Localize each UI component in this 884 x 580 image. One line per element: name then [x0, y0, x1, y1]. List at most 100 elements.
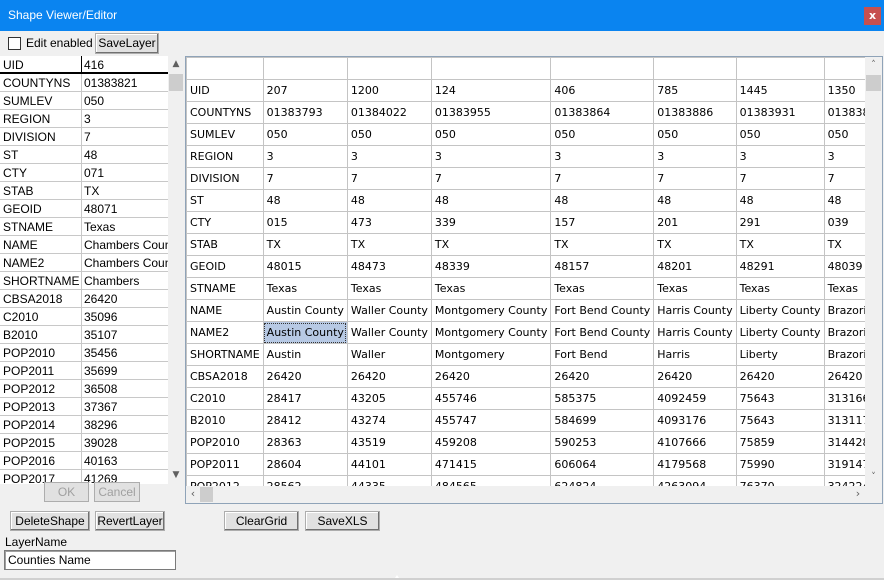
- scroll-thumb[interactable]: [169, 74, 183, 91]
- grid-cell[interactable]: Austin: [262, 343, 348, 366]
- grid-cell[interactable]: Waller County: [346, 321, 432, 344]
- grid-header-cell[interactable]: [735, 57, 825, 80]
- grid-cell[interactable]: Texas: [823, 277, 865, 300]
- property-row[interactable]: NAME2 Chambers County: [0, 254, 168, 272]
- grid-cell[interactable]: 26420: [735, 365, 825, 388]
- scroll-thumb[interactable]: [866, 75, 881, 91]
- grid-cell[interactable]: 050: [823, 123, 865, 146]
- property-row[interactable]: COUNTYNS 01383821: [0, 74, 168, 92]
- revert-layer-button[interactable]: RevertLayer: [95, 511, 165, 531]
- grid-cell[interactable]: 26420: [653, 365, 737, 388]
- grid-cell[interactable]: 43519: [346, 431, 432, 454]
- grid-cell[interactable]: Liberty County: [735, 299, 825, 322]
- column-divider[interactable]: [81, 326, 82, 344]
- property-value[interactable]: 37367: [84, 400, 168, 414]
- grid-header-cell[interactable]: [186, 57, 264, 80]
- grid-cell[interactable]: Texas: [430, 277, 552, 300]
- property-value[interactable]: 35107: [84, 328, 168, 342]
- grid-cell[interactable]: 050: [346, 123, 432, 146]
- grid-cell[interactable]: TX: [823, 233, 865, 256]
- grid-cell[interactable]: 43205: [346, 387, 432, 410]
- property-value[interactable]: 3: [84, 112, 168, 126]
- grid-cell[interactable]: Fort Bend: [550, 343, 655, 366]
- grid-cell[interactable]: 28363: [262, 431, 348, 454]
- property-row[interactable]: UID 416: [0, 56, 168, 74]
- grid-cell[interactable]: 4263094: [653, 475, 737, 486]
- cancel-button[interactable]: Cancel: [94, 482, 140, 502]
- grid-cell[interactable]: 050: [735, 123, 825, 146]
- property-value[interactable]: TX: [84, 184, 168, 198]
- grid-cell[interactable]: Montgomery County: [430, 321, 552, 344]
- column-divider[interactable]: [81, 452, 82, 470]
- grid-header-cell[interactable]: [550, 57, 655, 80]
- property-value[interactable]: 35456: [84, 346, 168, 360]
- property-row[interactable]: SUMLEV 050: [0, 92, 168, 110]
- grid-cell[interactable]: Harris County: [653, 321, 737, 344]
- grid-cell[interactable]: 314428: [823, 431, 865, 454]
- grid-cell[interactable]: 050: [262, 123, 348, 146]
- grid-cell[interactable]: 313166: [823, 387, 865, 410]
- grid-cell[interactable]: 44101: [346, 453, 432, 476]
- grid-cell[interactable]: 01383864: [550, 101, 655, 124]
- grid-header-cell[interactable]: [653, 57, 737, 80]
- clear-grid-button[interactable]: ClearGrid: [224, 511, 299, 531]
- grid-cell[interactable]: 48: [823, 189, 865, 212]
- data-grid-horizontal-scrollbar[interactable]: ‹ ›: [186, 486, 865, 503]
- property-row[interactable]: SHORTNAME Chambers: [0, 272, 168, 290]
- grid-cell[interactable]: 455747: [430, 409, 552, 432]
- grid-cell[interactable]: 7: [823, 167, 865, 190]
- grid-cell[interactable]: 48: [430, 189, 552, 212]
- grid-cell[interactable]: Waller County: [346, 299, 432, 322]
- edit-enabled-checkbox[interactable]: [8, 37, 21, 50]
- grid-cell[interactable]: TX: [262, 233, 348, 256]
- property-row[interactable]: DIVISION 7: [0, 128, 168, 146]
- grid-cell[interactable]: Fort Bend County: [550, 299, 655, 322]
- scroll-down-icon[interactable]: ˅: [865, 469, 882, 486]
- column-divider[interactable]: [81, 56, 82, 74]
- grid-cell[interactable]: 4179568: [653, 453, 737, 476]
- grid-cell[interactable]: 26420: [262, 365, 348, 388]
- grid-cell[interactable]: 050: [653, 123, 737, 146]
- property-value[interactable]: Texas: [84, 220, 168, 234]
- grid-cell[interactable]: 4093176: [653, 409, 737, 432]
- grid-cell[interactable]: 207: [262, 79, 348, 102]
- scroll-thumb[interactable]: [200, 487, 213, 502]
- grid-cell[interactable]: Liberty County: [735, 321, 825, 344]
- grid-cell[interactable]: Montgomery County: [430, 299, 552, 322]
- grid-cell[interactable]: 4092459: [653, 387, 737, 410]
- column-divider[interactable]: [81, 164, 82, 182]
- grid-cell[interactable]: 050: [430, 123, 552, 146]
- property-value[interactable]: 48: [84, 148, 168, 162]
- property-value[interactable]: 071: [84, 166, 168, 180]
- grid-cell[interactable]: 3: [653, 145, 737, 168]
- grid-cell[interactable]: 01383931: [735, 101, 825, 124]
- grid-header-cell[interactable]: [430, 57, 552, 80]
- grid-cell[interactable]: 157: [550, 211, 655, 234]
- grid-cell[interactable]: 3: [735, 145, 825, 168]
- property-value[interactable]: Chambers County: [84, 238, 168, 252]
- scroll-left-icon[interactable]: ‹: [186, 486, 200, 503]
- property-row[interactable]: ST 48: [0, 146, 168, 164]
- property-value[interactable]: Chambers: [84, 274, 168, 288]
- grid-cell[interactable]: 01383886: [653, 101, 737, 124]
- column-divider[interactable]: [81, 398, 82, 416]
- grid-cell[interactable]: 01383955: [430, 101, 552, 124]
- scroll-down-icon[interactable]: ▼: [168, 467, 184, 484]
- grid-cell[interactable]: 48039: [823, 255, 865, 278]
- grid-header-cell[interactable]: [346, 57, 432, 80]
- property-row[interactable]: POP2014 38296: [0, 416, 168, 434]
- property-row[interactable]: POP2013 37367: [0, 398, 168, 416]
- scroll-right-icon[interactable]: ›: [851, 486, 865, 503]
- grid-cell[interactable]: 473: [346, 211, 432, 234]
- data-grid-table[interactable]: UID2071200124406785144513501232416COUNTY…: [186, 57, 865, 486]
- grid-cell[interactable]: 339: [430, 211, 552, 234]
- column-divider[interactable]: [81, 182, 82, 200]
- column-divider[interactable]: [81, 200, 82, 218]
- grid-cell[interactable]: 1350: [823, 79, 865, 102]
- ok-button[interactable]: OK: [44, 482, 89, 502]
- column-divider[interactable]: [81, 74, 82, 92]
- grid-cell[interactable]: 75859: [735, 431, 825, 454]
- column-divider[interactable]: [81, 218, 82, 236]
- grid-cell[interactable]: 75643: [735, 409, 825, 432]
- grid-cell[interactable]: 324224: [823, 475, 865, 486]
